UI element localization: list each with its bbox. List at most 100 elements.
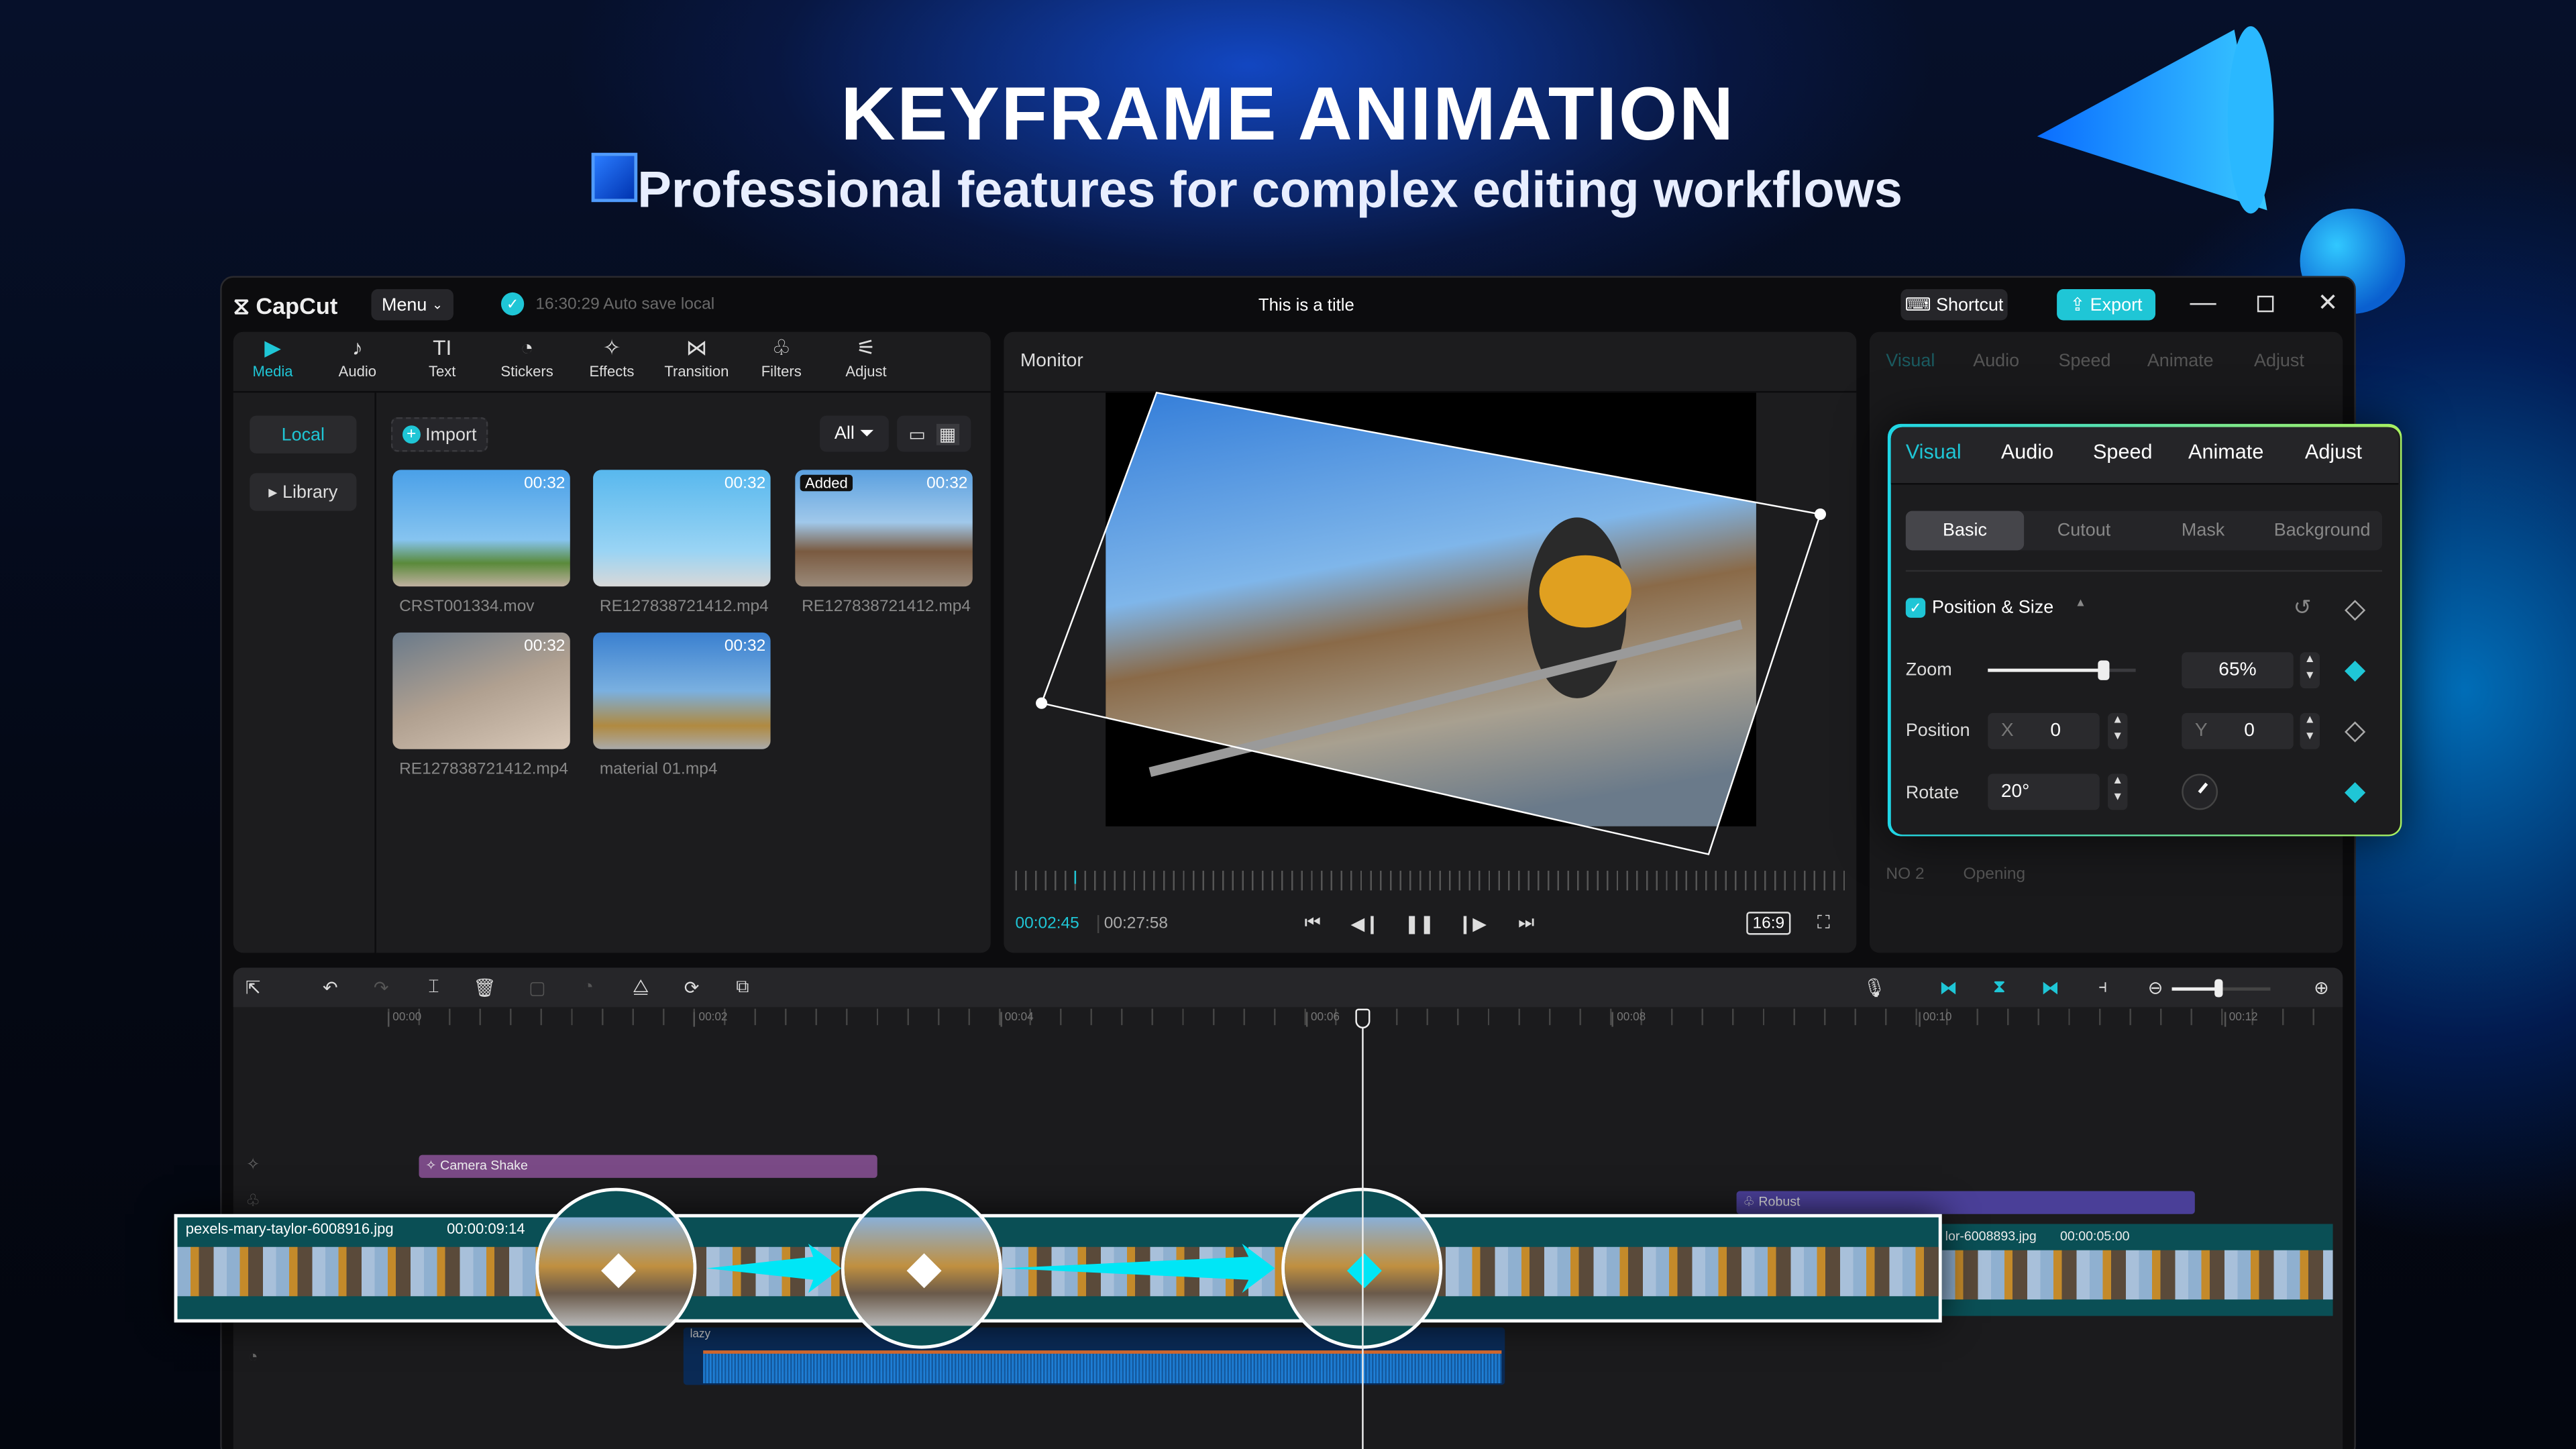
minimize-button[interactable]: — bbox=[2190, 289, 2216, 317]
split-icon[interactable]: ⌶ bbox=[422, 976, 445, 999]
y-stepper[interactable]: ▲ ▼ bbox=[2300, 712, 2320, 749]
step-forward-icon[interactable]: ❙▶ bbox=[1458, 912, 1487, 934]
delete-icon[interactable]: 🗑 bbox=[473, 976, 496, 999]
timeline-zoom-thumb[interactable] bbox=[2214, 979, 2223, 998]
inspector-tab-adjust[interactable]: Adjust bbox=[2305, 440, 2362, 463]
playhead-handle[interactable] bbox=[1355, 1008, 1371, 1029]
mirror-icon[interactable]: ⧋ bbox=[629, 976, 652, 999]
close-button[interactable]: ✕ bbox=[2315, 289, 2341, 317]
media-thumbnail[interactable]: 00:32 bbox=[593, 470, 771, 587]
fullscreen-icon[interactable]: ⛶ bbox=[1812, 912, 1835, 934]
inspector-tab-audio[interactable]: Audio bbox=[2001, 440, 2053, 463]
microphone-icon[interactable]: 🎙 bbox=[1863, 976, 1886, 999]
aspect-ratio-button[interactable]: 16:9 bbox=[1746, 912, 1791, 935]
export-label: Export bbox=[2090, 294, 2143, 315]
thumbnail-duration: 00:32 bbox=[524, 474, 566, 493]
redo-icon[interactable]: ↷ bbox=[370, 976, 392, 999]
sidebar-local[interactable]: Local bbox=[250, 415, 357, 453]
tab-audio[interactable]: ♪ Audio bbox=[321, 333, 394, 389]
inspector-card bbox=[1887, 423, 2402, 837]
scrubber-playhead[interactable] bbox=[1074, 870, 1077, 884]
tab-label: Audio bbox=[338, 363, 377, 380]
sidebar-library[interactable]: ▶ Library bbox=[250, 473, 357, 511]
freeze-icon[interactable]: ▢ bbox=[526, 976, 549, 999]
subtab-cutout[interactable]: Cutout bbox=[2025, 511, 2143, 551]
skip-end-icon[interactable]: ⏭ bbox=[1515, 912, 1538, 934]
maximize-button[interactable] bbox=[2257, 295, 2274, 313]
tab-text[interactable]: TI Text bbox=[406, 333, 478, 389]
next-clip-name: lor-6008893.jpg bbox=[1945, 1228, 2037, 1244]
monitor-scrubber[interactable] bbox=[1015, 870, 1850, 891]
inspector-tab-speed[interactable]: Speed bbox=[2093, 440, 2153, 463]
total-time: 00:27:58 bbox=[1097, 915, 1168, 934]
thumbnail-duration: 00:32 bbox=[524, 637, 566, 656]
shortcut-button[interactable]: ⌨ Shortcut bbox=[1900, 289, 2008, 321]
tab-label: Media bbox=[252, 363, 293, 380]
collapse-icon[interactable]: ▲ bbox=[2075, 598, 2086, 609]
undo-icon[interactable]: ↶ bbox=[319, 976, 341, 999]
arrow-1 bbox=[706, 1243, 841, 1293]
tab-adjust[interactable]: ⚟ Adjust bbox=[830, 333, 902, 389]
inspector-tab-animate[interactable]: Animate bbox=[2188, 440, 2263, 463]
rotate-input[interactable]: 20° bbox=[1988, 773, 2100, 810]
media-thumbnail[interactable]: 00:32 bbox=[392, 470, 570, 587]
media-thumbnail[interactable]: Added 00:32 bbox=[795, 470, 973, 587]
next-clip[interactable]: lor-6008893.jpg 00:00:05:00 bbox=[1941, 1224, 2333, 1316]
tab-stickers[interactable]: ◔ Stickers bbox=[491, 333, 564, 389]
subtab-mask[interactable]: Mask bbox=[2144, 511, 2262, 551]
rotate-icon[interactable]: ⟳ bbox=[680, 976, 703, 999]
grid-view-icon[interactable]: ▦ bbox=[935, 423, 960, 445]
media-filename: RE127838721412.mp4 bbox=[599, 598, 769, 616]
effect-clip[interactable]: ✧ Camera Shake bbox=[419, 1155, 877, 1178]
filter-clip[interactable]: ♧ Robust bbox=[1736, 1191, 2195, 1214]
media-thumbnail[interactable]: 00:32 bbox=[593, 632, 771, 749]
list-view-icon[interactable]: ▭ bbox=[908, 423, 925, 444]
preview-axis-icon[interactable]: ⧓ bbox=[2039, 976, 2061, 999]
reset-icon[interactable]: ↺ bbox=[2294, 595, 2312, 621]
pause-icon[interactable]: ❚❚ bbox=[1404, 912, 1434, 934]
crop-icon[interactable]: ⧉ bbox=[731, 976, 754, 999]
position-x-input[interactable]: X0 bbox=[1988, 712, 2100, 749]
skip-start-icon[interactable]: ⏮ bbox=[1301, 912, 1324, 934]
stickers-icon: ◔ bbox=[520, 335, 534, 360]
zoom-in-icon[interactable]: ⊕ bbox=[2310, 976, 2332, 999]
library-label: Library bbox=[282, 482, 338, 502]
reverse-icon[interactable]: ◔ bbox=[577, 976, 600, 999]
zoom-out-icon[interactable]: ⊖ bbox=[2144, 976, 2167, 999]
audio-track-icon: ◔ bbox=[248, 1348, 258, 1366]
zoom-stepper[interactable]: ▲ ▼ bbox=[2300, 652, 2320, 689]
tab-media[interactable]: ▶ Media bbox=[237, 333, 309, 389]
zoom-slider[interactable] bbox=[1988, 668, 2136, 672]
divider bbox=[374, 392, 376, 953]
import-button[interactable]: + Import bbox=[390, 417, 488, 452]
subtab-basic[interactable]: Basic bbox=[1905, 511, 2025, 551]
inspector-tab-visual[interactable]: Visual bbox=[1906, 440, 1962, 463]
subtab-background[interactable]: Background bbox=[2263, 511, 2381, 551]
tab-filters[interactable]: ♧ Filters bbox=[745, 333, 818, 389]
zoom-slider-thumb[interactable] bbox=[2098, 660, 2110, 680]
divider bbox=[1905, 570, 2383, 572]
timeline-toolbar bbox=[233, 967, 2343, 1008]
menu-button[interactable]: Menu ⌄ bbox=[371, 289, 453, 321]
playhead[interactable] bbox=[1362, 1018, 1364, 1449]
x-stepper[interactable]: ▲ ▼ bbox=[2108, 712, 2128, 749]
rotate-dial[interactable] bbox=[2182, 773, 2218, 810]
tab-label: Transition bbox=[664, 363, 729, 380]
link-main-icon[interactable]: ⧓ bbox=[1937, 976, 1960, 999]
tab-effects[interactable]: ✧ Effects bbox=[576, 333, 648, 389]
media-thumbnail[interactable]: 00:32 bbox=[392, 632, 570, 749]
position-y-input[interactable]: Y0 bbox=[2182, 712, 2294, 749]
split-view-icon[interactable]: ⫞ bbox=[2092, 976, 2114, 999]
filter-dropdown[interactable]: All ⏷ bbox=[820, 415, 889, 452]
rotate-stepper[interactable]: ▲ ▼ bbox=[2108, 773, 2128, 810]
import-label: Import bbox=[425, 425, 477, 445]
text-icon: TI bbox=[433, 335, 452, 360]
position-size-checkbox[interactable]: ✓ bbox=[1905, 598, 1926, 618]
hero-title: KEYFRAME ANIMATION bbox=[841, 70, 1735, 156]
zoom-input[interactable]: 65% bbox=[2182, 652, 2294, 689]
select-tool-icon[interactable]: ⇱ bbox=[241, 976, 264, 999]
snap-icon[interactable]: ⧗ bbox=[1988, 976, 2010, 999]
export-button[interactable]: ⇪ Export bbox=[2057, 289, 2156, 321]
step-back-icon[interactable]: ◀❙ bbox=[1350, 912, 1379, 934]
tab-transition[interactable]: ⋈ Transition bbox=[660, 333, 733, 389]
